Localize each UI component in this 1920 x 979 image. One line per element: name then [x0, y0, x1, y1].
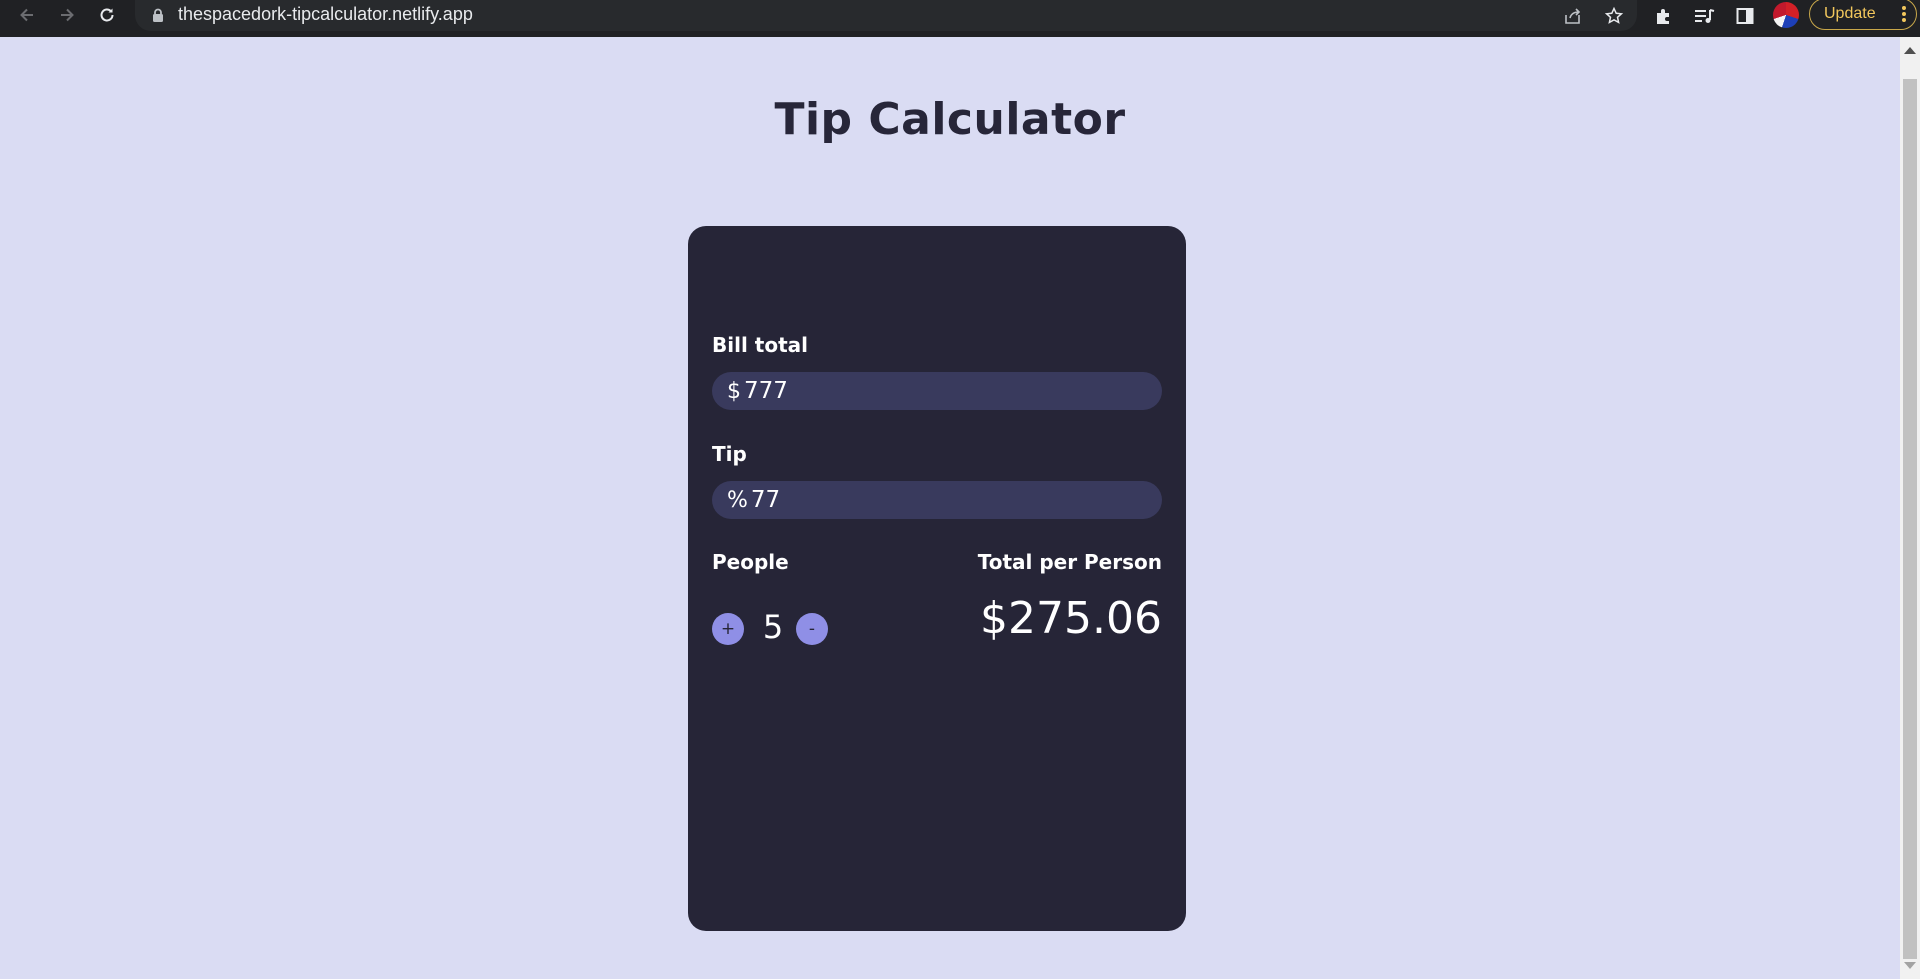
- tip-input[interactable]: [750, 487, 1131, 513]
- tip-field[interactable]: %: [712, 481, 1162, 519]
- increase-people-button[interactable]: +: [712, 613, 744, 645]
- total-per-person-label: Total per Person: [977, 550, 1162, 574]
- star-icon[interactable]: [1603, 5, 1625, 27]
- dollar-sign-icon: $: [727, 378, 741, 404]
- people-count: 5: [762, 608, 784, 646]
- url-text[interactable]: thespacedork-tipcalculator.netlify.app: [178, 4, 473, 25]
- media-queue-icon[interactable]: [1692, 4, 1716, 28]
- profile-avatar[interactable]: [1773, 2, 1799, 28]
- puzzle-icon[interactable]: [1652, 4, 1676, 28]
- update-button[interactable]: Update: [1809, 0, 1917, 30]
- decrease-people-button[interactable]: -: [796, 613, 828, 645]
- total-per-person-value: $275.06: [980, 593, 1162, 644]
- scroll-down-arrow-icon[interactable]: [1904, 962, 1916, 969]
- back-arrow-icon[interactable]: [12, 0, 42, 30]
- percent-sign-icon: %: [727, 487, 748, 513]
- share-icon[interactable]: [1562, 5, 1584, 27]
- address-bar[interactable]: thespacedork-tipcalculator.netlify.app: [135, 0, 1637, 31]
- reload-icon[interactable]: [92, 0, 122, 30]
- people-label: People: [712, 550, 789, 574]
- side-panel-icon[interactable]: [1733, 4, 1757, 28]
- kebab-menu-icon[interactable]: [1902, 5, 1906, 28]
- page-scrollbar[interactable]: [1900, 37, 1920, 979]
- update-button-label: Update: [1824, 5, 1876, 22]
- scrollbar-thumb[interactable]: [1903, 79, 1917, 959]
- bill-total-label: Bill total: [712, 333, 808, 357]
- bill-total-input[interactable]: [744, 378, 1124, 404]
- lock-icon: [152, 8, 164, 27]
- calculator-card: Bill total $ Tip % People + 5 - Total pe…: [688, 226, 1186, 931]
- browser-toolbar: thespacedork-tipcalculator.netlify.app U…: [0, 0, 1920, 37]
- page-title: Tip Calculator: [774, 94, 1126, 145]
- forward-arrow-icon[interactable]: [52, 0, 82, 30]
- tip-label: Tip: [712, 442, 747, 466]
- bill-total-field[interactable]: $: [712, 372, 1162, 410]
- scroll-up-arrow-icon[interactable]: [1904, 47, 1916, 54]
